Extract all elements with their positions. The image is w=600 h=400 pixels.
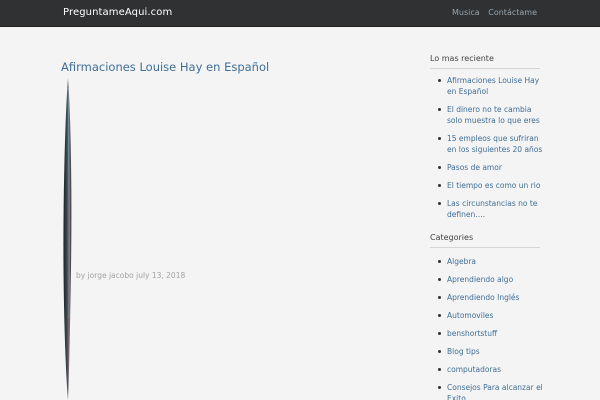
category-link[interactable]: computadoras [447, 365, 501, 374]
recent-post-link[interactable]: 15 empleos que sufriran en los siguiente… [447, 134, 542, 154]
category-link[interactable]: Aprendiendo algo [447, 275, 513, 284]
recent-post-link[interactable]: El dinero no te cambia solo muestra lo q… [447, 105, 540, 125]
site-title-link[interactable]: PreguntameAqui.com [63, 7, 172, 18]
category-link[interactable]: Consejos Para alcanzar el Exito [447, 383, 543, 400]
list-item: Blog tips [438, 346, 547, 357]
list-item: 15 empleos que sufriran en los siguiente… [438, 133, 547, 155]
recent-post-link[interactable]: Afirmaciones Louise Hay en Español [447, 76, 539, 96]
list-item: Pasos de amor [438, 162, 547, 173]
nav-item-contactame[interactable]: Contáctame [488, 8, 537, 17]
list-item: Las circunstancias no te definen…. [438, 198, 547, 220]
list-item: benshortstuff [438, 328, 547, 339]
list-item: Algebra [438, 256, 547, 267]
recent-posts-list: Afirmaciones Louise Hay en Español El di… [438, 75, 547, 227]
category-link[interactable]: benshortstuff [447, 329, 497, 338]
post-featured-image[interactable] [62, 78, 73, 400]
recent-post-link[interactable]: El tiempo es como un rio [447, 181, 540, 190]
list-item: computadoras [438, 364, 547, 375]
post-author[interactable]: jorge jacobo [88, 271, 134, 280]
list-item: Aprendiendo algo [438, 274, 547, 285]
category-link[interactable]: Aprendiendo Inglés [447, 293, 519, 302]
recent-posts-heading: Lo mas reciente [430, 54, 540, 69]
list-item: Aprendiendo Inglés [438, 292, 547, 303]
top-navbar: PreguntameAqui.com Musica Contáctame [0, 0, 600, 27]
list-item: El tiempo es como un rio [438, 180, 547, 191]
list-item: Automoviles [438, 310, 547, 321]
categories-heading: Categories [430, 233, 540, 248]
top-nav: Musica Contáctame [446, 8, 537, 17]
post-title-link[interactable]: Afirmaciones Louise Hay en Español [61, 60, 269, 74]
list-item: Afirmaciones Louise Hay en Español [438, 75, 547, 97]
byline-prefix: by [76, 271, 86, 280]
post-date[interactable]: july 13, 2018 [136, 271, 185, 280]
recent-post-link[interactable]: Las circunstancias no te definen…. [447, 199, 537, 219]
list-item: El dinero no te cambia solo muestra lo q… [438, 104, 547, 126]
category-link[interactable]: Blog tips [447, 347, 480, 356]
recent-post-link[interactable]: Pasos de amor [447, 163, 502, 172]
categories-list: Algebra Aprendiendo algo Aprendiendo Ing… [438, 256, 547, 400]
category-link[interactable]: Automoviles [447, 311, 493, 320]
featured-image-graphic [63, 78, 72, 400]
post-byline: by jorge jacobo july 13, 2018 [76, 271, 185, 280]
category-link[interactable]: Algebra [447, 257, 476, 266]
nav-item-musica[interactable]: Musica [452, 8, 480, 17]
list-item: Consejos Para alcanzar el Exito [438, 382, 547, 400]
